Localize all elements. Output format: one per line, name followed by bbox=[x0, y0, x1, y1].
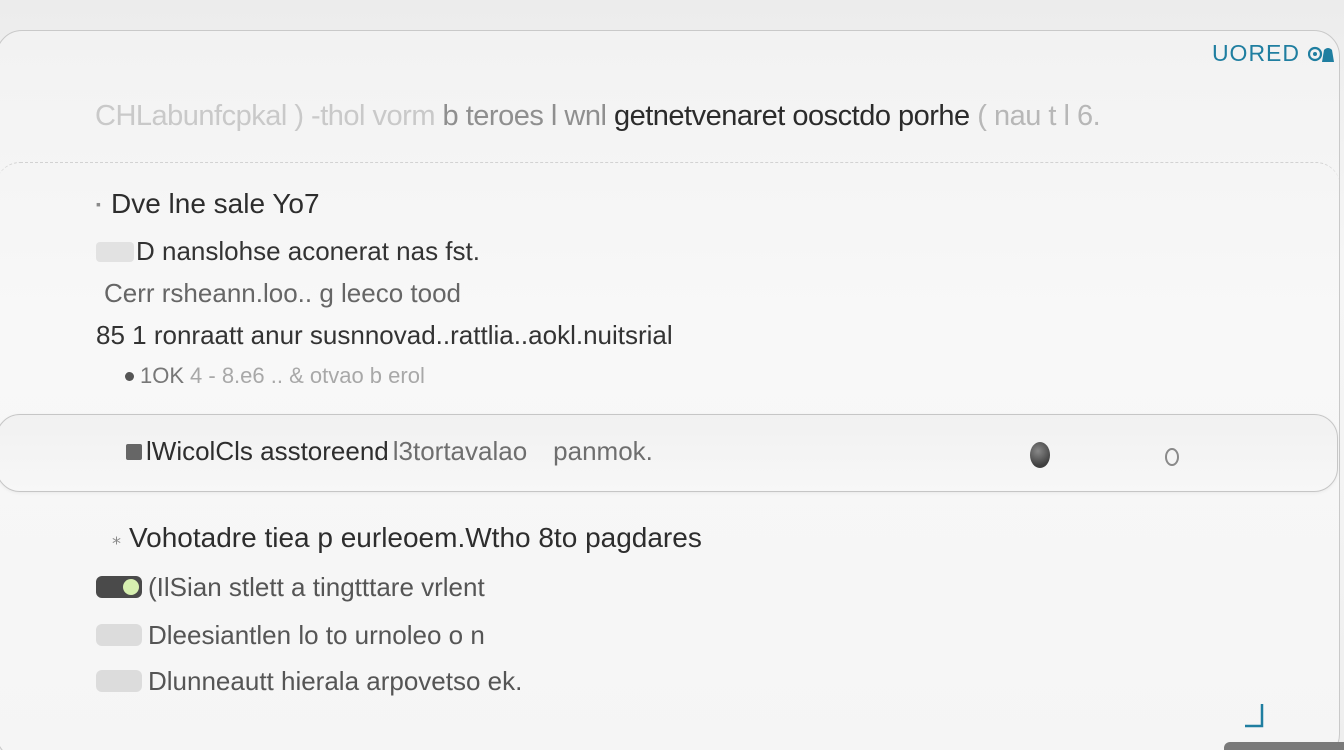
highlight-label: lWicolCls asstoreend l3tortavalao panmok… bbox=[126, 436, 653, 467]
toggle-switch[interactable] bbox=[96, 670, 142, 692]
ring-icon[interactable] bbox=[1165, 448, 1179, 466]
section2-title: ⁎ Vohotadre tiea p eurleoem.Wtho 8to pag… bbox=[112, 522, 702, 554]
headline-main: getnetvenaret oosctdo porhe bbox=[613, 100, 970, 132]
section2-title-text: Vohotadre tiea p eurleoem.Wtho 8to pagda… bbox=[129, 522, 702, 553]
knob-icon[interactable] bbox=[1030, 442, 1050, 468]
list-item-label: Cerr rsheann.loo.. g leeco tood bbox=[104, 278, 461, 308]
sub-row: 1OK 4 - 8.e6 .. & otvao b erol bbox=[125, 363, 425, 389]
section-title: ▪ Dve lne sale Yo7 bbox=[96, 188, 320, 220]
option-label: Dlunneautt hierala arpovetso ek. bbox=[148, 666, 523, 696]
bullet-dot-icon bbox=[125, 371, 134, 381]
square-icon bbox=[126, 443, 142, 460]
option-label: (IlSian stlett a tingtttare vrlent bbox=[148, 572, 485, 602]
toggle-switch[interactable] bbox=[96, 624, 142, 646]
highlight-label-end: panmok. bbox=[553, 436, 653, 466]
list-item[interactable]: D nanslohse aconerat nas fst. bbox=[96, 236, 480, 267]
bullet-icon: ▪ bbox=[96, 196, 101, 212]
section-title-text: Dve lne sale Yo7 bbox=[110, 188, 320, 219]
option-label: Dleesiantlen lo to urnoleo o n bbox=[148, 620, 485, 650]
toggle-switch[interactable] bbox=[96, 576, 142, 598]
sub-row-text: 4 - 8.e6 .. & otvao b erol bbox=[190, 363, 425, 388]
app-window: UORED CHLabunfcpkal ) -thol vorm b teroe… bbox=[0, 0, 1344, 750]
star-bullet-icon: ⁎ bbox=[112, 527, 121, 548]
list-item-label: D nanslohse aconerat nas fst. bbox=[136, 236, 480, 266]
highlight-label-grey: l3tortavalao bbox=[392, 436, 528, 466]
highlight-label-main: lWicolCls asstoreend bbox=[146, 436, 389, 466]
brand-logo[interactable]: UORED bbox=[1212, 40, 1336, 67]
headline-tail: ( nau t l 6. bbox=[977, 100, 1101, 132]
sub-row-value: 1OK bbox=[140, 363, 185, 388]
headline-fade: CHLabunfcpkal ) -thol vorm bbox=[95, 100, 435, 132]
list-item[interactable]: Cerr rsheann.loo.. g leeco tood bbox=[104, 278, 461, 309]
brand-text: UORED bbox=[1211, 40, 1300, 66]
list-item-label: 85 1 ronraatt anur susnnovad..rattlia..a… bbox=[96, 320, 673, 350]
bottom-edge bbox=[1224, 742, 1344, 750]
list-item[interactable]: 85 1 ronraatt anur susnnovad..rattlia..a… bbox=[96, 320, 673, 351]
cloud-bell-icon bbox=[1307, 44, 1336, 64]
page-headline: CHLabunfcpkal ) -thol vorm b teroes l wn… bbox=[95, 100, 1101, 133]
checkbox-icon[interactable] bbox=[96, 241, 134, 262]
resize-corner-icon[interactable] bbox=[1242, 700, 1268, 730]
headline-mid: b teroes l wnl bbox=[442, 100, 607, 132]
